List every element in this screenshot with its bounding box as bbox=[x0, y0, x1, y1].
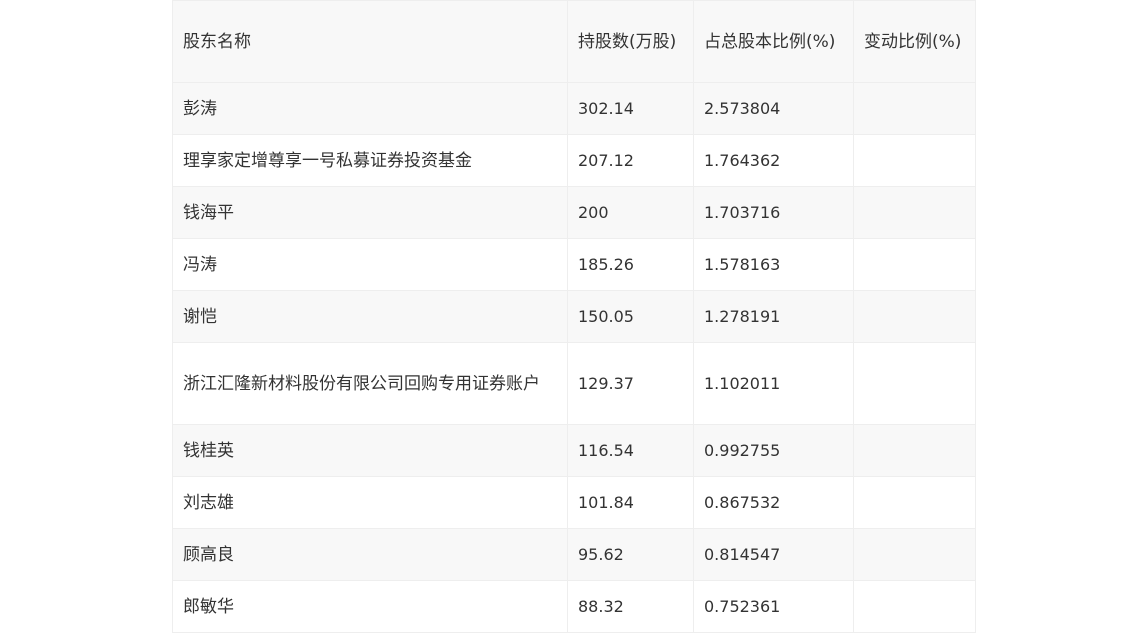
cell-name: 刘志雄 bbox=[172, 476, 568, 529]
cell-change bbox=[853, 580, 976, 633]
shareholder-table: 股东名称 持股数(万股) 占总股本比例(%) 变动比例(%) 彭涛 302.14… bbox=[172, 0, 976, 633]
cell-name: 郎敏华 bbox=[172, 580, 568, 633]
cell-change bbox=[853, 186, 976, 239]
cell-shares: 129.37 bbox=[567, 342, 694, 425]
cell-name: 钱海平 bbox=[172, 186, 568, 239]
cell-name: 冯涛 bbox=[172, 238, 568, 291]
header-change: 变动比例(%) bbox=[853, 0, 976, 83]
cell-name: 理享家定增尊享一号私募证券投资基金 bbox=[172, 134, 568, 187]
cell-ratio: 0.992755 bbox=[693, 424, 854, 477]
cell-name: 浙江汇隆新材料股份有限公司回购专用证券账户 bbox=[172, 342, 568, 425]
shareholder-table-container: 股东名称 持股数(万股) 占总股本比例(%) 变动比例(%) 彭涛 302.14… bbox=[172, 0, 976, 633]
cell-ratio: 1.703716 bbox=[693, 186, 854, 239]
cell-ratio: 1.278191 bbox=[693, 290, 854, 343]
cell-change bbox=[853, 342, 976, 425]
cell-shares: 88.32 bbox=[567, 580, 694, 633]
cell-change bbox=[853, 82, 976, 135]
header-shareholder-name: 股东名称 bbox=[172, 0, 568, 83]
cell-ratio: 0.752361 bbox=[693, 580, 854, 633]
cell-name: 谢恺 bbox=[172, 290, 568, 343]
cell-name: 顾高良 bbox=[172, 528, 568, 581]
cell-change bbox=[853, 134, 976, 187]
header-ratio: 占总股本比例(%) bbox=[693, 0, 854, 83]
cell-shares: 185.26 bbox=[567, 238, 694, 291]
cell-shares: 207.12 bbox=[567, 134, 694, 187]
table-row: 钱海平 200 1.703716 bbox=[172, 186, 976, 239]
cell-ratio: 0.814547 bbox=[693, 528, 854, 581]
cell-name: 钱桂英 bbox=[172, 424, 568, 477]
table-row: 钱桂英 116.54 0.992755 bbox=[172, 424, 976, 477]
cell-ratio: 0.867532 bbox=[693, 476, 854, 529]
table-row: 浙江汇隆新材料股份有限公司回购专用证券账户 129.37 1.102011 bbox=[172, 342, 976, 425]
cell-shares: 95.62 bbox=[567, 528, 694, 581]
cell-change bbox=[853, 238, 976, 291]
cell-name: 彭涛 bbox=[172, 82, 568, 135]
table-row: 冯涛 185.26 1.578163 bbox=[172, 238, 976, 291]
table-row: 顾高良 95.62 0.814547 bbox=[172, 528, 976, 581]
cell-ratio: 1.578163 bbox=[693, 238, 854, 291]
cell-shares: 200 bbox=[567, 186, 694, 239]
table-row: 郎敏华 88.32 0.752361 bbox=[172, 580, 976, 633]
cell-shares: 101.84 bbox=[567, 476, 694, 529]
header-shares: 持股数(万股) bbox=[567, 0, 694, 83]
table-row: 理享家定增尊享一号私募证券投资基金 207.12 1.764362 bbox=[172, 134, 976, 187]
cell-change bbox=[853, 528, 976, 581]
table-row: 谢恺 150.05 1.278191 bbox=[172, 290, 976, 343]
cell-shares: 116.54 bbox=[567, 424, 694, 477]
table-row: 彭涛 302.14 2.573804 bbox=[172, 82, 976, 135]
cell-ratio: 2.573804 bbox=[693, 82, 854, 135]
table-header-row: 股东名称 持股数(万股) 占总股本比例(%) 变动比例(%) bbox=[172, 0, 976, 83]
cell-shares: 302.14 bbox=[567, 82, 694, 135]
cell-ratio: 1.764362 bbox=[693, 134, 854, 187]
cell-change bbox=[853, 476, 976, 529]
cell-shares: 150.05 bbox=[567, 290, 694, 343]
cell-change bbox=[853, 424, 976, 477]
cell-change bbox=[853, 290, 976, 343]
table-row: 刘志雄 101.84 0.867532 bbox=[172, 476, 976, 529]
cell-ratio: 1.102011 bbox=[693, 342, 854, 425]
